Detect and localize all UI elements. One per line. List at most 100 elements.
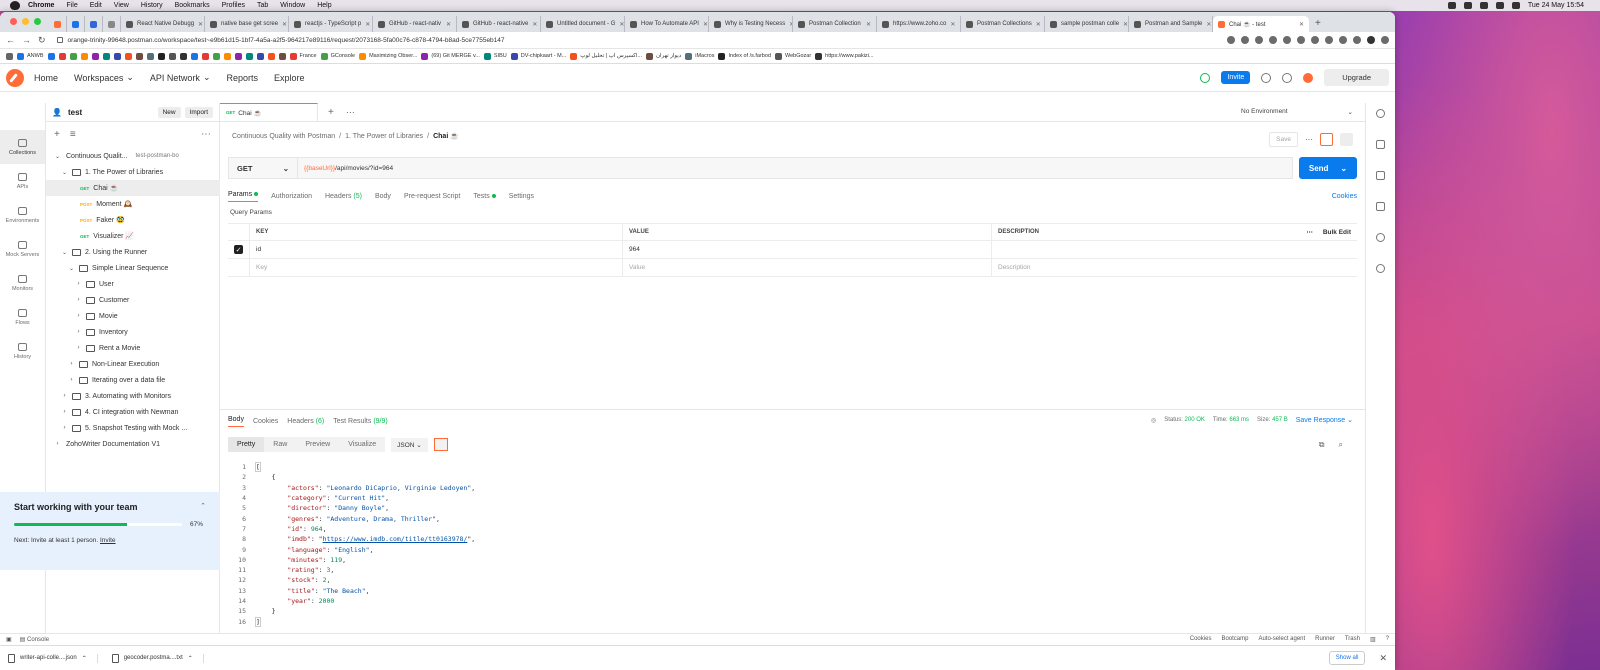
folder-item[interactable]: › User [46, 276, 220, 292]
chevron-up-icon[interactable]: ⌃ [188, 655, 193, 662]
folder-item[interactable]: › 4. CI integration with Newman [46, 404, 220, 420]
filter-icon[interactable]: ≡ [70, 129, 76, 140]
copy-icon[interactable]: ⧉ [1319, 440, 1325, 450]
save-button[interactable]: Save [1269, 132, 1298, 147]
response-tab-test-results[interactable]: Test Results (9/9) [333, 418, 387, 425]
request-item[interactable]: POST Moment 🕰️ [46, 196, 220, 212]
control-center-icon[interactable] [1511, 2, 1520, 9]
clock[interactable]: Tue 24 May 15:54 [1528, 2, 1584, 9]
bookmark-icon[interactable] [91, 52, 99, 60]
new-key-input[interactable]: Key [250, 258, 623, 277]
param-description-input[interactable] [992, 241, 1357, 259]
close-tab-icon[interactable]: ✕ [950, 21, 955, 28]
folder-item[interactable]: › Inventory [46, 324, 220, 340]
console-button[interactable]: ▤ Console [20, 636, 49, 643]
menu-file[interactable]: File [66, 2, 77, 9]
json-link[interactable]: https://www.imdb.com/title/tt0163978/ [323, 535, 468, 543]
url-field[interactable]: orange-trinity-99648.postman.co/workspac… [53, 34, 1220, 47]
bookmark-item[interactable]: SIBU [483, 52, 507, 60]
settings-gear-icon[interactable] [1261, 72, 1272, 83]
chevron-down-icon[interactable]: ⌄ [54, 153, 61, 160]
environment-selector[interactable]: No Environment ⌄ [1241, 108, 1353, 116]
sidebar-icon[interactable] [1353, 36, 1361, 44]
response-json-viewer[interactable]: 1[2 {3 "actors": "Leonardo DiCaprio, Vir… [228, 462, 1357, 627]
add-collection-icon[interactable]: + [54, 129, 60, 140]
folder-item[interactable]: › 5. Snapshot Testing with Mock ... [46, 420, 220, 436]
edit-icon[interactable] [1320, 133, 1333, 146]
bookmark-icon[interactable] [201, 52, 209, 60]
notifications-bell-icon[interactable] [1282, 72, 1293, 83]
menu-bookmarks[interactable]: Bookmarks [175, 2, 210, 9]
close-tab-icon[interactable]: ✕ [866, 21, 871, 28]
postman-logo[interactable] [6, 68, 24, 87]
info-icon[interactable] [1376, 233, 1385, 242]
footer-runner[interactable]: Runner [1315, 636, 1335, 643]
footer-cookies[interactable]: Cookies [1190, 636, 1212, 643]
nav-workspaces[interactable]: Workspaces ⌄ [74, 72, 134, 83]
pinned-tab[interactable] [49, 16, 67, 32]
sync-icon[interactable] [1200, 72, 1211, 83]
chevron-down-icon[interactable]: ⌄ [61, 249, 68, 256]
close-tab-icon[interactable]: ✕ [1036, 21, 1041, 28]
close-tab-icon[interactable]: ✕ [282, 21, 287, 28]
browser-tab[interactable]: Untitled document - G ✕ [541, 16, 625, 32]
format-raw[interactable]: Raw [264, 437, 297, 452]
tab-tests[interactable]: Tests [473, 193, 496, 200]
wifi-icon[interactable] [1479, 2, 1488, 9]
chevron-right-icon[interactable]: › [75, 329, 82, 335]
close-window-icon[interactable] [10, 18, 17, 25]
language-select[interactable]: JSON ⌄ [391, 437, 428, 452]
rail-item-apis[interactable]: APIs [0, 164, 45, 198]
request-tab-chai[interactable]: GET Chai ☕ [220, 102, 318, 122]
browser-tab[interactable]: Postman Collections ✕ [961, 16, 1045, 32]
user-avatar[interactable] [1303, 72, 1314, 83]
footer-auto-select-agent[interactable]: Auto-select agent [1258, 636, 1305, 643]
share-icon[interactable] [1241, 36, 1249, 44]
close-downloads-icon[interactable]: ✕ [1379, 653, 1387, 664]
lightbulb-icon[interactable] [1376, 264, 1385, 273]
menu-help[interactable]: Help [317, 2, 331, 9]
sidebar-toggle-icon[interactable]: ▣ [6, 636, 12, 643]
folder-item[interactable]: › Iterating over a data file [46, 372, 220, 388]
bookmark-icon[interactable] [58, 52, 66, 60]
menu-history[interactable]: History [141, 2, 163, 9]
new-tab-button[interactable]: + [1309, 18, 1327, 32]
folder-item[interactable]: › 3. Automating with Monitors [46, 388, 220, 404]
extension-icon[interactable] [1311, 36, 1319, 44]
browser-tab[interactable]: sample postman colle ✕ [1045, 16, 1129, 32]
close-tab-icon[interactable]: ✕ [365, 21, 370, 28]
comments-icon[interactable] [1376, 171, 1385, 180]
bookmark-icon[interactable] [102, 52, 110, 60]
menu-edit[interactable]: Edit [90, 2, 102, 9]
bulk-edit-link[interactable]: ⋯ Bulk Edit [1306, 228, 1351, 236]
chevron-right-icon[interactable]: › [61, 425, 68, 431]
browser-tab[interactable]: GitHub - react-native ✕ [457, 16, 541, 32]
folder-item[interactable]: › Rent a Movie [46, 340, 220, 356]
status-icon[interactable] [1463, 2, 1472, 9]
bookmark-icon[interactable] [146, 52, 154, 60]
show-all-downloads-button[interactable]: Show all [1328, 651, 1366, 665]
bookmark-item[interactable]: ANWB [17, 52, 44, 60]
collection-item[interactable]: ⌄ Continuous Qualit... test-postman-bo [46, 148, 220, 164]
cookies-link[interactable]: Cookies [1332, 193, 1357, 200]
browser-tab[interactable]: native base get scree ✕ [205, 16, 289, 32]
bookmark-item[interactable]: https://www.pakizi... [815, 52, 873, 60]
more-icon[interactable]: ⋯ [1305, 135, 1313, 144]
close-tab-icon[interactable]: ✕ [446, 21, 451, 28]
breadcrumb-request[interactable]: Chai ☕ [433, 132, 459, 140]
back-icon[interactable]: ← [6, 35, 15, 45]
response-tab-cookies[interactable]: Cookies [253, 418, 278, 425]
bookmark-icon[interactable] [278, 52, 286, 60]
chevron-right-icon[interactable]: › [61, 409, 68, 415]
bookmark-icon[interactable] [47, 52, 55, 60]
wrap-lines-icon[interactable] [433, 438, 448, 451]
chevron-right-icon[interactable]: › [75, 297, 82, 303]
puzzle-icon[interactable] [1339, 36, 1347, 44]
apps-icon[interactable] [6, 52, 13, 60]
rail-item-history[interactable]: History [0, 334, 45, 368]
bookmark-item[interactable]: iMacros [685, 52, 714, 60]
browser-tab[interactable]: Postman and Sample ✕ [1129, 16, 1213, 32]
breadcrumb-folder[interactable]: 1. The Power of Libraries [345, 133, 423, 140]
nav-home[interactable]: Home [34, 73, 58, 83]
minimize-window-icon[interactable] [22, 18, 29, 25]
